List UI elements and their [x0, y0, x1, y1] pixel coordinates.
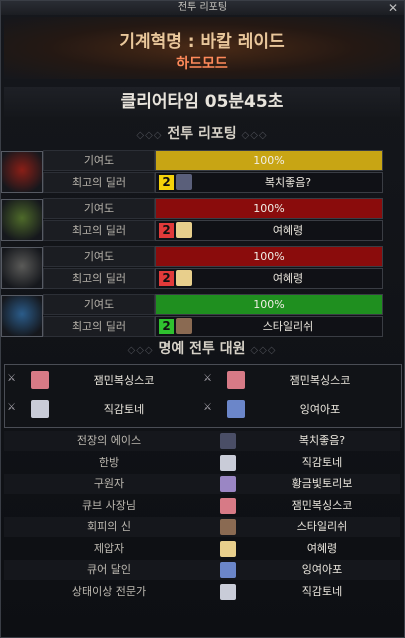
party-row: 기여도 100% 최고의 딜러 2 여혜령 — [1, 197, 404, 241]
award-row: 큐어 달인 잉여아포 — [4, 560, 400, 580]
award-title: 상태이상 전문가 — [71, 584, 147, 598]
battle-report-heading: ◇◇◇ 전투 리포팅 ◇◇◇ — [136, 126, 268, 142]
honor-member[interactable]: ⚔ 잉여아포 — [201, 396, 393, 424]
character-portrait — [220, 433, 236, 449]
character-portrait — [227, 371, 245, 389]
award-winner[interactable]: 스타일리쉬 — [244, 517, 400, 537]
award-row: 큐브 사장님 잼민복싱스코 — [4, 496, 400, 516]
ornament-left-icon: ◇◇◇ — [136, 130, 163, 141]
best-dealer-name: 여혜령 — [272, 224, 304, 237]
party-leader-portrait — [1, 295, 43, 337]
contribution-bar: 100% — [155, 246, 383, 267]
contribution-value: 100% — [253, 250, 285, 263]
honor-member[interactable]: ⚔ 잼민복싱스코 — [201, 367, 393, 395]
party-row: 기여도 100% 최고의 딜러 2 스타일리쉬 — [1, 293, 404, 337]
contribution-label: 기여도 — [43, 198, 155, 219]
ornament-right-icon: ◇◇◇ — [250, 345, 277, 356]
award-winner[interactable]: 직감토네 — [244, 453, 400, 473]
best-dealer-slot[interactable]: 2 여혜령 — [155, 268, 383, 289]
battle-report-window: 전투 리포팅 ✕ 기계혁명 : 바칼 레이드 하드모드 클리어타임 05분45초… — [0, 0, 405, 638]
contribution-bar: 100% — [155, 150, 383, 171]
best-dealer-name: 복치좋음? — [264, 176, 312, 189]
sword-icon: ⚔ — [7, 402, 16, 413]
award-title: 구원자 — [93, 477, 125, 490]
award-winner[interactable]: 잼민복싱스코 — [244, 496, 400, 516]
best-dealer-label: 최고의 딜러 — [43, 316, 155, 337]
award-winner[interactable]: 복치좋음? — [244, 431, 400, 451]
award-winner[interactable]: 잉여아포 — [244, 560, 400, 580]
rank-badge: 2 — [159, 175, 174, 190]
window-title: 전투 리포팅 — [177, 2, 228, 13]
best-dealer-slot[interactable]: 2 스타일리쉬 — [155, 316, 383, 337]
best-dealer-slot[interactable]: 2 복치좋음? — [155, 172, 383, 193]
character-portrait — [227, 400, 245, 418]
character-portrait — [31, 400, 49, 418]
character-portrait — [176, 270, 192, 286]
contribution-value: 100% — [253, 154, 285, 167]
award-row: 구원자 황금빛토리보 — [4, 474, 400, 494]
character-portrait — [176, 174, 192, 190]
contribution-label: 기여도 — [43, 246, 155, 267]
ornament-left-icon: ◇◇◇ — [127, 345, 154, 356]
award-title: 제압자 — [93, 541, 125, 555]
contribution-value: 100% — [253, 202, 285, 215]
award-row: 제압자 여혜령 — [4, 539, 400, 559]
party-row: 기여도 100% 최고의 딜러 2 여혜령 — [1, 245, 404, 289]
honor-member[interactable]: ⚔ 잼민복싱스코 — [5, 367, 197, 395]
party-leader-portrait — [1, 151, 43, 193]
character-portrait — [220, 519, 236, 535]
contribution-bar: 100% — [155, 294, 383, 315]
character-portrait — [176, 222, 192, 238]
honor-members-heading: ◇◇◇ 명예 전투 대원 ◇◇◇ — [127, 341, 277, 357]
character-portrait — [31, 371, 49, 389]
award-winner[interactable]: 직감토네 — [244, 582, 400, 602]
sword-icon: ⚔ — [203, 373, 212, 384]
dungeon-banner: 기계혁명 : 바칼 레이드 하드모드 — [4, 17, 400, 79]
award-title: 큐브 사장님 — [81, 498, 137, 512]
character-portrait — [176, 318, 192, 334]
party-leader-portrait — [1, 247, 43, 289]
close-icon[interactable]: ✕ — [388, 1, 398, 15]
character-portrait — [220, 540, 236, 557]
best-dealer-name: 여혜령 — [272, 272, 304, 285]
sword-icon: ⚔ — [203, 402, 212, 413]
award-winner[interactable]: 여혜령 — [244, 539, 400, 559]
best-dealer-label: 최고의 딜러 — [43, 268, 155, 289]
award-row: 전장의 에이스 복치좋음? — [4, 431, 400, 451]
contribution-bar: 100% — [155, 198, 383, 219]
award-row: 한방 직감토네 — [4, 453, 400, 473]
rank-badge: 2 — [159, 319, 174, 334]
rank-badge: 2 — [159, 271, 174, 286]
rank-badge: 2 — [159, 223, 174, 238]
award-row: 상태이상 전문가 직감토네 — [4, 582, 400, 602]
award-title: 전장의 에이스 — [76, 434, 142, 447]
award-title: 큐어 달인 — [87, 563, 131, 576]
character-portrait — [220, 454, 236, 471]
dungeon-name: 기계혁명 : 바칼 레이드 — [119, 32, 285, 52]
clear-time: 클리어타임 05분45초 — [4, 87, 400, 117]
ornament-right-icon: ◇◇◇ — [241, 130, 268, 141]
best-dealer-label: 최고의 딜러 — [43, 220, 155, 241]
honor-members-panel: ⚔ 잼민복싱스코 ⚔ 잼민복싱스코 ⚔ 직감토네 ⚔ 잉여아포 — [4, 364, 402, 428]
contribution-label: 기여도 — [43, 150, 155, 171]
difficulty-mode: 하드모드 — [176, 56, 228, 72]
award-title: 회피의 신 — [87, 520, 131, 533]
award-winner[interactable]: 황금빛토리보 — [244, 474, 400, 494]
award-title: 한방 — [98, 455, 120, 469]
party-leader-portrait — [1, 199, 43, 241]
honor-member[interactable]: ⚔ 직감토네 — [5, 396, 197, 424]
contribution-value: 100% — [253, 298, 285, 311]
window-title-bar[interactable]: 전투 리포팅 ✕ — [1, 1, 404, 15]
character-portrait — [220, 562, 236, 578]
best-dealer-slot[interactable]: 2 여혜령 — [155, 220, 383, 241]
sword-icon: ⚔ — [7, 373, 16, 384]
award-row: 회피의 신 스타일리쉬 — [4, 517, 400, 537]
character-portrait — [220, 583, 236, 600]
character-portrait — [220, 476, 236, 492]
best-dealer-label: 최고의 딜러 — [43, 172, 155, 193]
contribution-label: 기여도 — [43, 294, 155, 315]
character-portrait — [220, 497, 236, 514]
party-row: 기여도 100% 최고의 딜러 2 복치좋음? — [1, 149, 404, 193]
best-dealer-name: 스타일리쉬 — [262, 320, 314, 333]
